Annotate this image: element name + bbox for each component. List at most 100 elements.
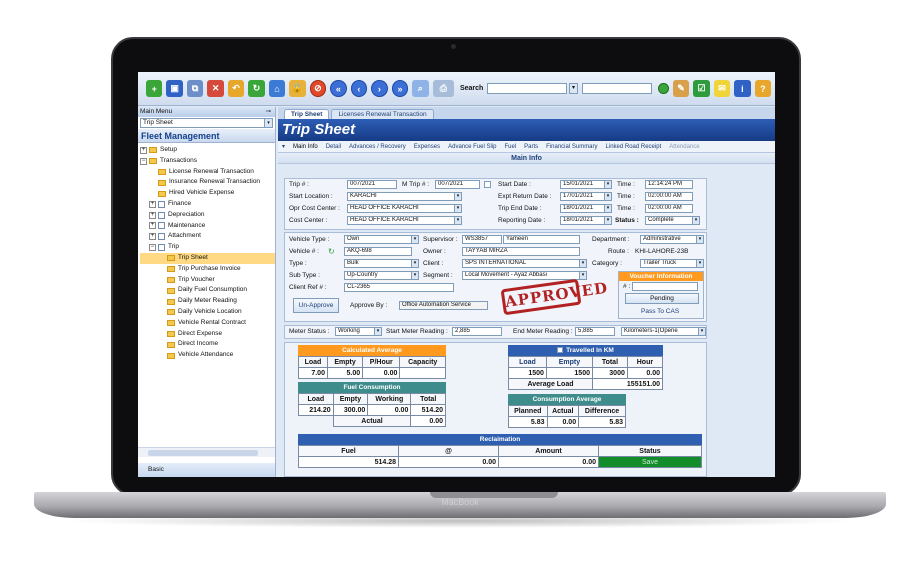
meter-status-dropdown[interactable]: ▾ [374, 327, 382, 336]
opr-cost-center-field[interactable]: HEAD OFFICE KARACHI [347, 204, 455, 213]
department-dropdown[interactable]: ▾ [696, 235, 704, 244]
subtab-parts[interactable]: Parts [520, 144, 542, 150]
trip-no-field[interactable]: 007/2021 [347, 180, 397, 189]
help-icon[interactable]: ? [754, 80, 772, 97]
pin-icon[interactable]: ⊸ [266, 107, 271, 117]
tree-item-maintenance[interactable]: + Maintenance [140, 221, 275, 232]
collapse-icon[interactable]: − [149, 244, 156, 252]
time-field-3[interactable]: 02:00:00 AM [645, 204, 693, 213]
category-field[interactable]: Trailer Truck [640, 259, 697, 268]
cell[interactable]: 0.00 [546, 416, 580, 428]
mtrip-field[interactable]: 007/2021 [435, 180, 480, 189]
pass-to-cas-link[interactable]: Pass To CAS [641, 308, 679, 315]
client-dropdown[interactable]: ▾ [579, 259, 587, 268]
search-value-input[interactable] [582, 83, 653, 94]
undo-icon[interactable]: ↶ [227, 80, 245, 97]
subtab-expenses[interactable]: Expenses [410, 144, 444, 150]
segment-field[interactable]: Local Movement - Ayaz Abbasi [462, 271, 580, 280]
cell[interactable]: 3000 [591, 367, 628, 379]
tab-licenses-renewal[interactable]: Licenses Renewal Transaction [331, 109, 434, 119]
tree-item-direct-income[interactable]: Direct Income [140, 339, 275, 350]
previous-record-icon[interactable]: ‹ [350, 80, 368, 97]
subtab-main-info[interactable]: Main Info [289, 144, 322, 150]
time-field-2[interactable]: 02:00:00 AM [645, 192, 693, 201]
actual-value[interactable]: 0.00 [410, 415, 446, 427]
refresh-vehicle-icon[interactable]: ↻ [328, 247, 335, 256]
cell[interactable]: 0.00 [398, 456, 499, 468]
tree-item-daily-fuel[interactable]: Daily Fuel Consumption [140, 285, 275, 296]
refresh-icon[interactable]: ↻ [248, 80, 265, 97]
tree-item-daily-location[interactable]: Daily Vehicle Location [140, 307, 275, 318]
cell[interactable]: 5.83 [508, 416, 548, 428]
cell[interactable]: 5.83 [578, 416, 626, 428]
next-record-icon[interactable]: › [371, 80, 388, 97]
expand-icon[interactable]: + [149, 222, 156, 230]
subtab-toggle-icon[interactable]: ▾ [278, 143, 289, 150]
cell[interactable]: 514.28 [298, 456, 399, 468]
cell[interactable]: 214.20 [298, 404, 334, 416]
expand-icon[interactable]: + [149, 233, 156, 241]
expand-icon[interactable]: + [149, 200, 156, 208]
chevron-down-icon[interactable]: ▾ [264, 119, 272, 127]
first-record-icon[interactable]: « [330, 80, 347, 97]
print-icon[interactable]: ⎙ [432, 80, 454, 97]
subtab-advances[interactable]: Advances / Recovery [345, 144, 410, 150]
subtab-attendance[interactable]: Attendance [665, 144, 703, 150]
meter-unit-dropdown[interactable]: ▾ [698, 327, 706, 336]
sub-type-field[interactable]: Up-Country [344, 271, 412, 280]
vehicle-type-dropdown[interactable]: ▾ [411, 235, 419, 244]
type-field[interactable]: Bulk [344, 259, 412, 268]
start-location-dropdown[interactable]: ▾ [454, 192, 462, 201]
tree-item-trip-voucher[interactable]: Trip Voucher [140, 275, 275, 286]
info-icon[interactable]: i [734, 80, 751, 97]
meter-status-field[interactable]: Working [335, 327, 375, 336]
expt-return-dropdown[interactable]: ▾ [604, 192, 612, 201]
subtab-linked-road-receipt[interactable]: Linked Road Receipt [602, 144, 666, 150]
expand-icon[interactable]: + [149, 211, 156, 219]
cell[interactable]: 1500 [508, 367, 547, 379]
trip-checkbox[interactable] [484, 181, 491, 188]
tree-item-rental-contract[interactable]: Vehicle Rental Contract [140, 318, 275, 329]
start-location-field[interactable]: KARACHI [347, 192, 455, 201]
client-field[interactable]: SPS INTERNATIONAL [462, 259, 580, 268]
tree-item-trip-sheet[interactable]: Trip Sheet [140, 252, 275, 264]
last-record-icon[interactable]: » [391, 80, 409, 97]
time-field-1[interactable]: 12:14:24 PM [645, 180, 693, 189]
vehicle-no-field[interactable]: AKQ-698 [344, 247, 412, 256]
cell[interactable]: 5.00 [326, 367, 364, 379]
type-dropdown[interactable]: ▾ [411, 259, 419, 268]
add-icon[interactable]: + [146, 80, 163, 97]
tree-item-attachment[interactable]: + Attachment [140, 231, 275, 242]
tree-item-setup[interactable]: + Setup [140, 145, 275, 156]
supervisor-code-field[interactable]: WS3857 [462, 235, 502, 244]
horizontal-scrollbar[interactable] [138, 447, 275, 457]
start-date-dropdown[interactable]: ▾ [604, 180, 612, 189]
unapprove-button[interactable]: Un-Approve [293, 298, 339, 313]
tab-trip-sheet[interactable]: Trip Sheet [284, 109, 330, 119]
find-icon[interactable]: ⌕ [412, 80, 429, 97]
avg-load-value[interactable]: 155151.00 [591, 378, 664, 390]
meter-unit-field[interactable]: Kilometers-1(Opene [621, 327, 699, 336]
tools-icon[interactable]: ✎ [672, 80, 690, 97]
tree-item-trip-purchase-invoice[interactable]: Trip Purchase Invoice [140, 264, 275, 275]
tree-item-transactions[interactable]: − Transactions [140, 156, 275, 167]
subtab-advance-fuel-slip[interactable]: Advance Fuel Slip [444, 144, 500, 150]
tree-item-direct-expense[interactable]: Direct Expense [140, 329, 275, 340]
subtab-fuel[interactable]: Fuel [500, 144, 520, 150]
reporting-date-field[interactable]: 18/01/2021 [560, 216, 605, 225]
start-date-field[interactable]: 15/01/2021 [560, 180, 605, 189]
expt-return-field[interactable]: 17/01/2021 [560, 192, 605, 201]
cell[interactable]: 0.00 [498, 456, 599, 468]
start-meter-field[interactable]: 2,885 [452, 327, 502, 336]
save-icon[interactable]: ▣ [166, 80, 183, 97]
segment-dropdown[interactable]: ▾ [579, 271, 587, 280]
tree-item-vehicle-attendance[interactable]: Vehicle Attendance [140, 350, 275, 361]
status-field[interactable]: Complete [645, 216, 693, 225]
owner-field[interactable]: TAYYAB MIRZA [462, 247, 580, 256]
trip-end-field[interactable]: 18/01/2021 [560, 204, 605, 213]
save-status-button[interactable]: Save [598, 456, 702, 468]
cell[interactable] [399, 367, 446, 379]
cell[interactable]: 1500 [545, 367, 593, 379]
expand-icon[interactable]: + [140, 146, 147, 154]
pending-button[interactable]: Pending [625, 293, 699, 304]
